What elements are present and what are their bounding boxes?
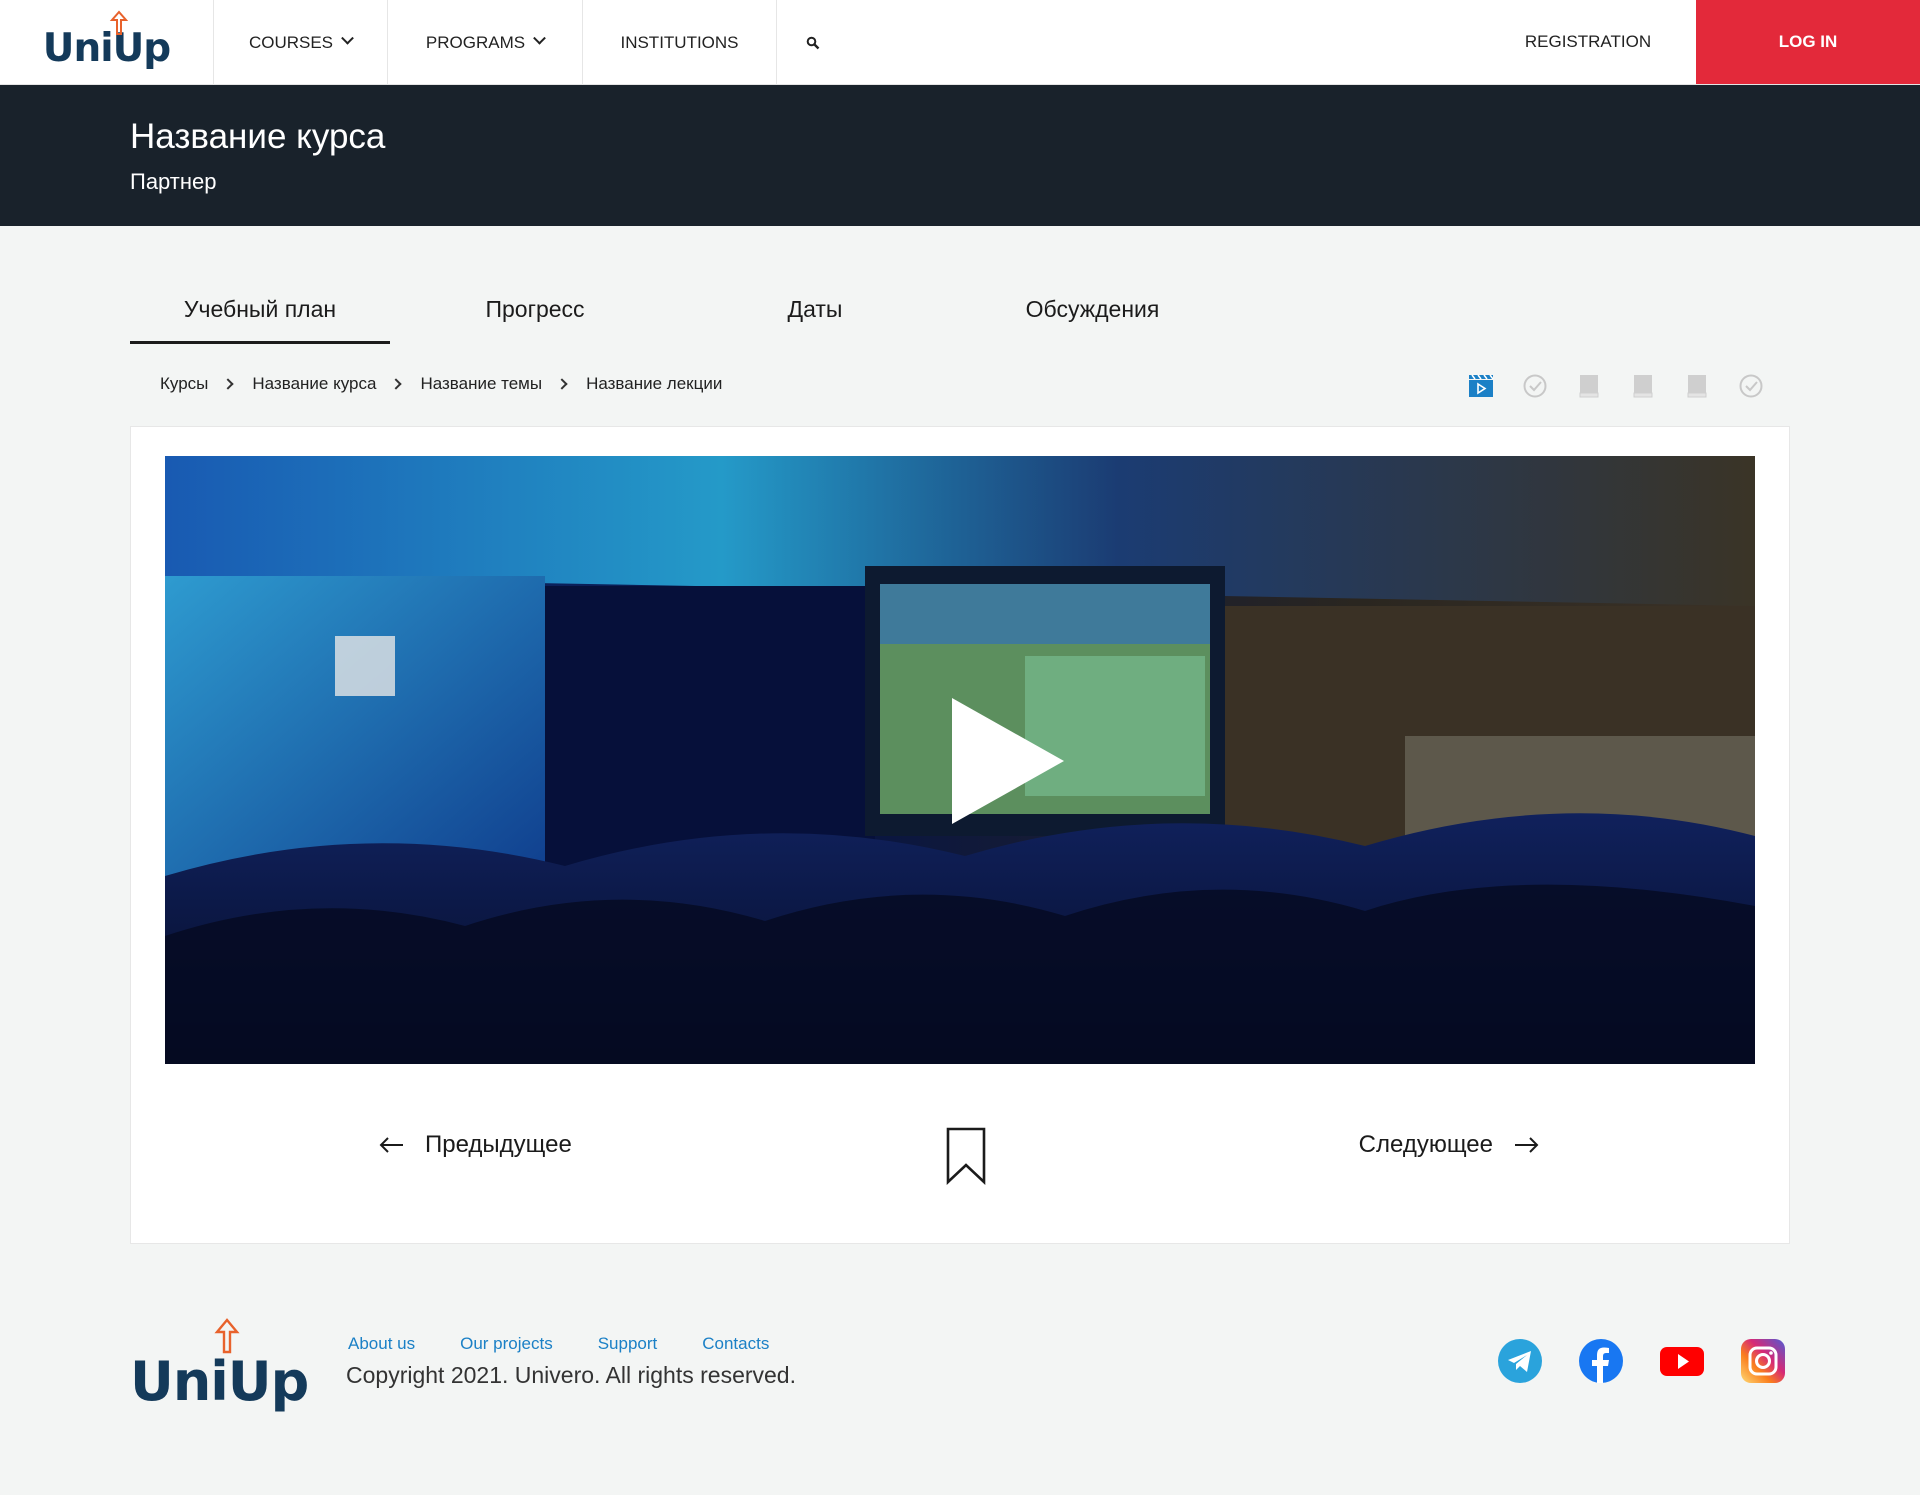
breadcrumb-courses[interactable]: Курсы bbox=[160, 374, 208, 394]
lesson-navigation: Предыдущее Следующее bbox=[131, 1127, 1789, 1187]
unit-video[interactable] bbox=[1454, 372, 1508, 400]
video-icon bbox=[1469, 374, 1494, 397]
top-navigation: UniUp COURSES PROGRAMS INSTITUTIONS REGI… bbox=[0, 0, 1920, 85]
chevron-right-icon bbox=[390, 378, 403, 390]
nav-institutions-label: INSTITUTIONS bbox=[620, 32, 739, 52]
footer-link-projects[interactable]: Our projects bbox=[460, 1334, 553, 1354]
copyright-text: Copyright 2021. Univero. All rights rese… bbox=[346, 1362, 796, 1388]
breadcrumb-lecture: Название лекции bbox=[586, 374, 723, 393]
chevron-right-icon bbox=[222, 378, 235, 390]
nav-programs[interactable]: PROGRAMS bbox=[388, 0, 583, 85]
next-label: Следующее bbox=[1358, 1131, 1493, 1158]
search-button[interactable] bbox=[777, 0, 849, 85]
login-button[interactable]: LOG IN bbox=[1696, 0, 1920, 84]
breadcrumb-topic[interactable]: Название темы bbox=[420, 374, 542, 394]
book-icon bbox=[1633, 375, 1653, 398]
instagram-icon bbox=[1741, 1339, 1785, 1383]
youtube-icon bbox=[1660, 1347, 1704, 1376]
footer-logo[interactable]: UniUp bbox=[130, 1318, 309, 1413]
tab-curriculum[interactable]: Учебный план bbox=[130, 280, 390, 344]
breadcrumb: Курсы Название курса Название темы Назва… bbox=[160, 374, 722, 394]
social-links bbox=[1498, 1339, 1822, 1383]
nav-courses-label: COURSES bbox=[248, 32, 334, 52]
check-circle-icon bbox=[1739, 374, 1763, 398]
unit-check-2[interactable] bbox=[1724, 372, 1778, 400]
previous-button[interactable]: Предыдущее bbox=[379, 1131, 572, 1159]
footer-link-contacts[interactable]: Contacts bbox=[702, 1334, 769, 1354]
tab-discussions[interactable]: Обсуждения bbox=[950, 280, 1235, 344]
footer-link-about[interactable]: About us bbox=[348, 1334, 415, 1354]
rocket-arrow-icon bbox=[214, 1318, 240, 1354]
lesson-card: Предыдущее Следующее bbox=[130, 426, 1790, 1244]
rocket-arrow-icon bbox=[109, 10, 129, 35]
book-icon bbox=[1579, 375, 1599, 398]
video-player[interactable] bbox=[165, 456, 1755, 1064]
site-logo[interactable]: UniUp bbox=[0, 0, 214, 85]
next-button[interactable]: Следующее bbox=[1359, 1131, 1539, 1159]
book-icon bbox=[1687, 375, 1707, 398]
play-icon bbox=[952, 698, 1064, 824]
footer-logo-text: UniUp bbox=[130, 1350, 309, 1413]
youtube-link[interactable] bbox=[1660, 1339, 1704, 1383]
course-partner: Партнер bbox=[130, 169, 217, 194]
chevron-down-icon bbox=[533, 31, 546, 45]
nav-programs-label: PROGRAMS bbox=[425, 32, 526, 52]
arrow-left-icon bbox=[379, 1137, 403, 1153]
footer-links: About us Our projects Support Contacts bbox=[348, 1334, 814, 1354]
bookmark-icon bbox=[946, 1127, 986, 1186]
tab-progress[interactable]: Прогресс bbox=[390, 280, 680, 344]
chevron-down-icon bbox=[341, 31, 354, 45]
tab-label: Учебный план bbox=[183, 296, 337, 322]
unit-reading-1[interactable] bbox=[1562, 372, 1616, 400]
arrow-right-icon bbox=[1515, 1137, 1539, 1153]
unit-reading-3[interactable] bbox=[1670, 372, 1724, 400]
chevron-right-icon bbox=[556, 378, 568, 390]
course-title: Название курса bbox=[130, 117, 386, 156]
facebook-link[interactable] bbox=[1579, 1339, 1623, 1383]
tab-label: Даты bbox=[787, 296, 843, 322]
tab-label: Прогресс bbox=[485, 296, 585, 322]
search-icon bbox=[806, 36, 820, 49]
unit-sequence bbox=[1454, 372, 1778, 400]
unit-check-1[interactable] bbox=[1508, 372, 1562, 400]
telegram-link[interactable] bbox=[1498, 1339, 1542, 1383]
nav-institutions[interactable]: INSTITUTIONS bbox=[583, 0, 777, 85]
unit-reading-2[interactable] bbox=[1616, 372, 1670, 400]
bookmark-button[interactable] bbox=[946, 1127, 986, 1190]
check-circle-icon bbox=[1523, 374, 1547, 398]
tab-dates[interactable]: Даты bbox=[680, 280, 950, 344]
logo-text: UniUp bbox=[42, 26, 171, 71]
course-hero: Название курса Партнер bbox=[0, 85, 1920, 226]
instagram-link[interactable] bbox=[1741, 1339, 1785, 1383]
registration-button[interactable]: REGISTRATION bbox=[1480, 0, 1696, 84]
tab-label: Обсуждения bbox=[1025, 296, 1160, 322]
previous-label: Предыдущее bbox=[425, 1131, 572, 1158]
telegram-icon bbox=[1498, 1339, 1542, 1383]
breadcrumb-course[interactable]: Название курса bbox=[252, 374, 376, 394]
course-tabs: Учебный план Прогресс Даты Обсуждения bbox=[130, 280, 1235, 344]
nav-courses[interactable]: COURSES bbox=[214, 0, 388, 85]
footer-link-support[interactable]: Support bbox=[598, 1334, 658, 1354]
facebook-icon bbox=[1579, 1339, 1623, 1383]
